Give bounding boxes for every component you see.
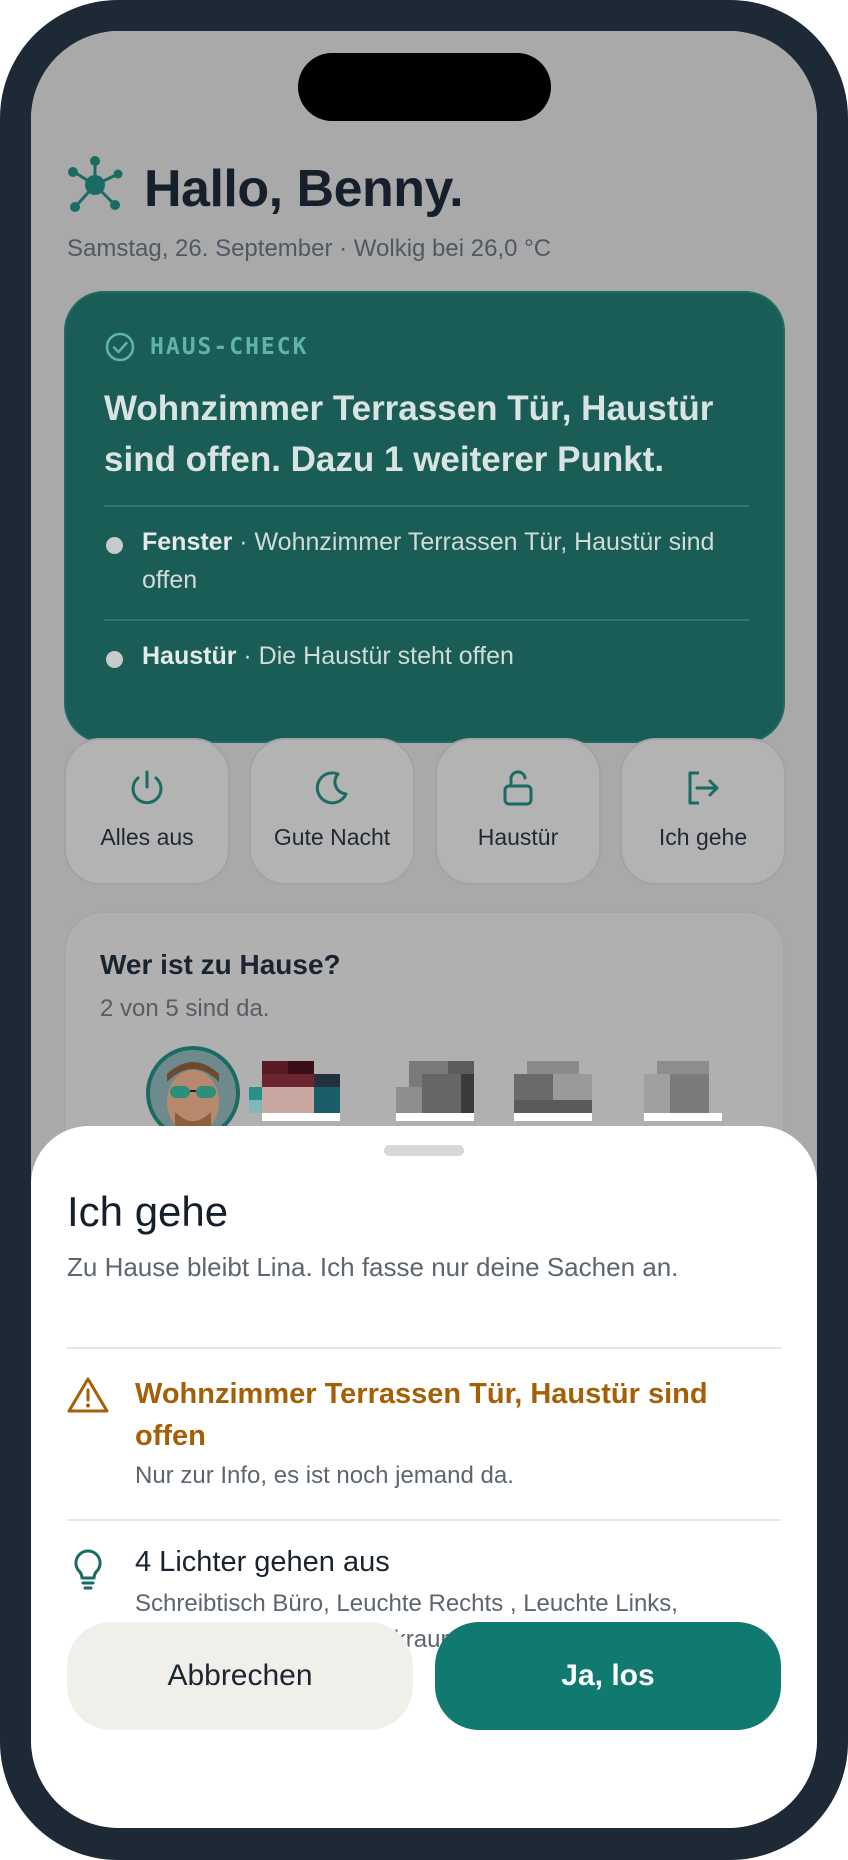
unlock-icon <box>503 770 533 806</box>
lights-title: 4 Lichter gehen aus <box>135 1546 390 1578</box>
avatar[interactable] <box>249 1061 341 1131</box>
action-label: Haustür <box>477 824 559 850</box>
light-bulb-icon <box>74 1549 102 1590</box>
warning-icon <box>67 1377 109 1413</box>
bullet-dot-icon <box>106 651 123 668</box>
action-label: Alles aus <box>100 824 194 850</box>
screen: Hallo, Benny. Samstag, 26. September · W… <box>31 31 817 1828</box>
haus-check-item-name: Haustür <box>142 642 237 670</box>
action-ich-gehe-button[interactable]: Ich gehe <box>620 738 786 885</box>
check-circle-icon <box>105 332 135 362</box>
person-photo <box>150 1050 236 1136</box>
action-label: Gute Nacht <box>273 824 391 850</box>
divider <box>104 619 749 621</box>
presence-title: Wer ist zu Hause? <box>100 949 341 980</box>
cancel-button[interactable]: Abbrechen <box>67 1622 413 1730</box>
avatar[interactable] <box>396 1061 488 1131</box>
action-alles-aus-button[interactable]: Alles aus <box>64 738 230 885</box>
haus-check-item: Fenster · Wohnzimmer Terrassen Tür, Haus… <box>104 523 749 599</box>
warning-title: Wohnzimmer Terrassen Tür, Haustür sind o… <box>135 1378 708 1452</box>
sheet-subtitle: Zu Hause bleibt Lina. Ich fasse nur dein… <box>67 1252 679 1282</box>
haus-check-header: HAUS-CHECK <box>104 331 308 363</box>
haus-check-item-name: Fenster <box>142 528 233 556</box>
bullet-dot-icon <box>106 537 123 554</box>
divider <box>67 1347 781 1349</box>
avatar[interactable] <box>514 1061 606 1131</box>
molecule-logo-icon <box>68 156 123 212</box>
haus-check-title: Wohnzimmer Terrassen Tür, Haustür sind o… <box>104 389 714 479</box>
haus-check-label: HAUS-CHECK <box>150 334 309 360</box>
haus-check-item-text: · Die Haustür steht offen <box>236 642 514 670</box>
action-gute-nacht-button[interactable]: Gute Nacht <box>249 738 415 885</box>
power-icon <box>131 770 163 805</box>
exit-icon <box>688 771 719 805</box>
moon-icon <box>315 771 348 805</box>
phone-frame: Hallo, Benny. Samstag, 26. September · W… <box>0 0 848 1860</box>
action-haustuer-button[interactable]: Haustür <box>435 738 601 885</box>
sheet-title: Ich gehe <box>67 1188 229 1235</box>
divider <box>104 505 749 507</box>
date-weather-line: Samstag, 26. September · Wolkig bei 26,0… <box>67 235 552 262</box>
haus-check-item: Haustür · Die Haustür steht offen <box>104 637 749 675</box>
divider <box>67 1519 781 1521</box>
avatar[interactable] <box>644 1061 736 1131</box>
action-label: Ich gehe <box>658 824 748 850</box>
warning-subtitle: Nur zur Info, es ist noch jemand da. <box>135 1462 514 1489</box>
confirm-button[interactable]: Ja, los <box>435 1622 781 1730</box>
presence-subtitle: 2 von 5 sind da. <box>100 995 270 1022</box>
haus-check-card[interactable]: HAUS-CHECK Wohnzimmer Terrassen Tür, Hau… <box>64 291 785 743</box>
sheet-grabber[interactable] <box>384 1145 464 1156</box>
page-title: Hallo, Benny. <box>144 160 464 218</box>
dynamic-island <box>298 53 551 121</box>
